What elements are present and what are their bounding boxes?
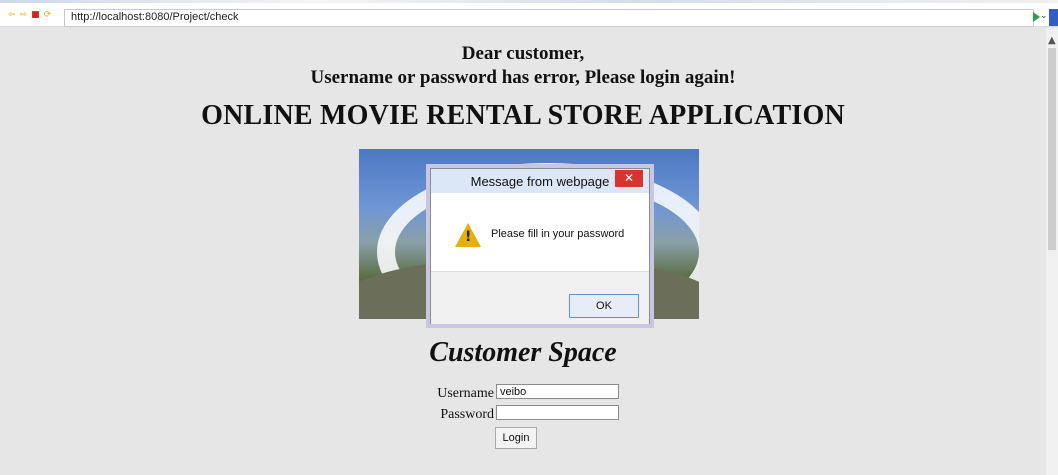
- dialog-message: Please fill in your password: [491, 228, 625, 240]
- scroll-up-icon[interactable]: ▲: [1048, 35, 1056, 46]
- username-input[interactable]: veibo: [496, 384, 619, 399]
- go-icon[interactable]: [1033, 12, 1040, 22]
- login-button[interactable]: Login: [495, 427, 537, 449]
- url-text[interactable]: http://localhost:8080/Project/check: [71, 11, 239, 23]
- username-label: Username: [437, 386, 494, 401]
- chevron-down-icon[interactable]: ⌄: [1040, 11, 1048, 21]
- url-bar[interactable]: http://localhost:8080/Project/check: [64, 9, 1034, 27]
- stop-icon[interactable]: ■: [31, 10, 40, 20]
- error-message: Username or password has error, Please l…: [310, 67, 736, 88]
- password-label: Password: [440, 407, 494, 422]
- password-input[interactable]: [496, 405, 619, 420]
- browser-toolbar: ⇦ ⇨ ■ ⟳ http://localhost:8080/Project/ch…: [0, 0, 1058, 27]
- refresh-icon[interactable]: ⟳: [44, 10, 52, 20]
- toolbar-blue-button[interactable]: [1049, 9, 1058, 26]
- ok-button[interactable]: OK: [569, 294, 639, 318]
- close-icon[interactable]: ✕: [615, 170, 643, 187]
- dialog-titlebar: Message from webpage ✕: [431, 169, 649, 193]
- scroll-thumb[interactable]: [1048, 48, 1056, 250]
- message-dialog: Message from webpage ✕ ! Please fill in …: [430, 168, 650, 324]
- toolbar-strip: [0, 0, 1058, 3]
- warning-mark: !: [465, 229, 472, 245]
- page-content: Dear customer, Username or password has …: [0, 28, 1046, 475]
- back-icon[interactable]: ⇦: [8, 10, 16, 20]
- customer-space-title: Customer Space: [429, 337, 617, 368]
- greeting: Dear customer,: [461, 43, 585, 64]
- nav-icons: ⇦ ⇨ ■ ⟳: [8, 10, 51, 20]
- page-title: ONLINE MOVIE RENTAL STORE APPLICATION: [201, 100, 845, 131]
- forward-icon[interactable]: ⇨: [20, 10, 28, 20]
